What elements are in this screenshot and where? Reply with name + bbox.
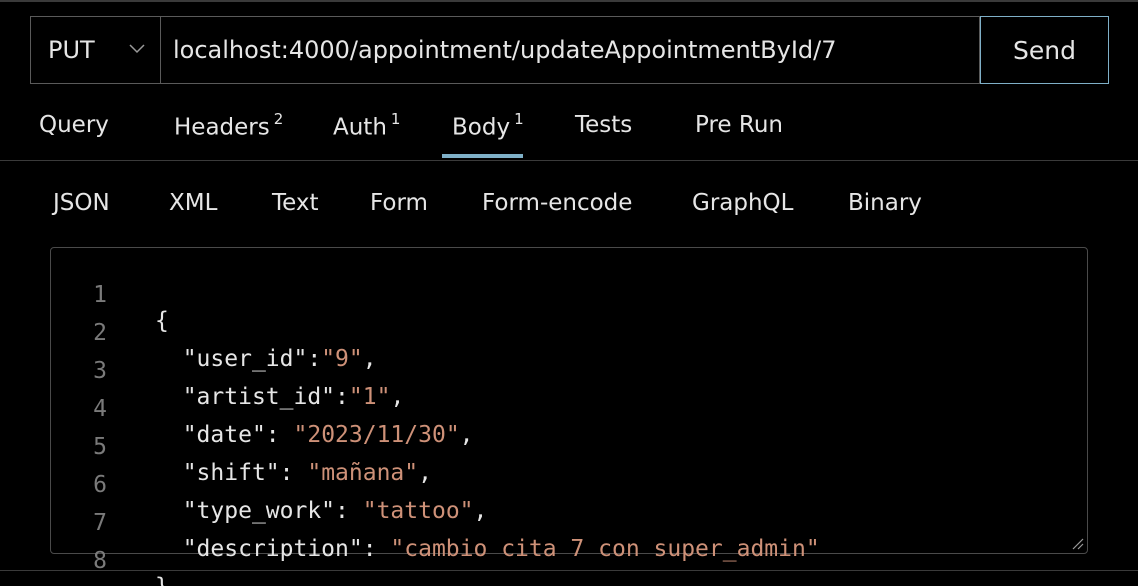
code-line: 8 } — [51, 522, 1087, 586]
body-tab-xml[interactable]: XML — [169, 190, 217, 216]
tab-pre-run[interactable]: Pre Run — [695, 112, 783, 138]
request-bar: PUT Send — [30, 16, 1109, 84]
bottom-divider — [0, 570, 1138, 571]
request-tabs: Query Headers 2 Auth 1 Body 1 Tests Pre Run — [0, 102, 1138, 161]
tab-body-label: Body — [452, 114, 511, 141]
body-tab-json[interactable]: JSON — [53, 190, 110, 216]
tab-tests[interactable]: Tests — [575, 112, 632, 138]
code-line: 1 { — [51, 256, 1087, 334]
api-client-request-panel: PUT Send Query Headers2 Auth1 Body1 Test… — [0, 0, 1138, 586]
tab-auth[interactable]: Auth 1 — [333, 110, 401, 141]
active-tab-indicator — [442, 154, 523, 158]
json-body-editor[interactable]: 1 { 2 "user_id":"9", 3 "artist_id":"1", … — [50, 247, 1088, 586]
tab-query-label: Query — [39, 112, 109, 138]
send-button[interactable]: Send — [980, 16, 1109, 84]
code-line: 4 "date": "2023/11/30", — [51, 370, 1087, 448]
body-tab-form-encode[interactable]: Form-encode — [482, 190, 632, 216]
body-tab-text[interactable]: Text — [272, 190, 319, 216]
tab-auth-label: Auth — [333, 114, 387, 141]
tab-tests-label: Tests — [575, 112, 633, 138]
tab-body-badge: 1 — [514, 110, 524, 128]
code-line: 5 "shift": "mañana", — [51, 408, 1087, 486]
tab-headers[interactable]: Headers 2 — [174, 110, 284, 141]
method-select[interactable]: PUT — [30, 16, 160, 84]
body-tab-form[interactable]: Form — [370, 190, 428, 216]
body-tab-binary[interactable]: Binary — [848, 190, 922, 216]
code-line: 2 "user_id":"9", — [51, 294, 1087, 372]
chevron-down-icon — [129, 44, 145, 54]
body-tab-graphql[interactable]: GraphQL — [692, 190, 793, 216]
tab-headers-label: Headers — [174, 114, 270, 141]
tab-auth-badge: 1 — [390, 110, 401, 128]
url-input[interactable] — [160, 16, 980, 84]
tab-body[interactable]: Body 1 — [452, 110, 524, 141]
body-format-tabs: JSON XML Text Form Form-encode GraphQL B… — [0, 190, 1138, 226]
code-line: 7 "description": "cambio cita 7 con supe… — [51, 484, 1087, 562]
code-line: 3 "artist_id":"1", — [51, 332, 1087, 410]
tab-query[interactable]: Query — [39, 112, 109, 138]
line-text: } — [155, 574, 169, 586]
tab-pre-run-label: Pre Run — [695, 112, 783, 138]
code-line: 6 "type_work": "tattoo", — [51, 446, 1087, 524]
resize-handle-icon[interactable] — [1070, 536, 1084, 550]
close-brace: } — [155, 574, 169, 586]
method-label: PUT — [48, 36, 95, 64]
tab-headers-badge: 2 — [273, 110, 284, 128]
